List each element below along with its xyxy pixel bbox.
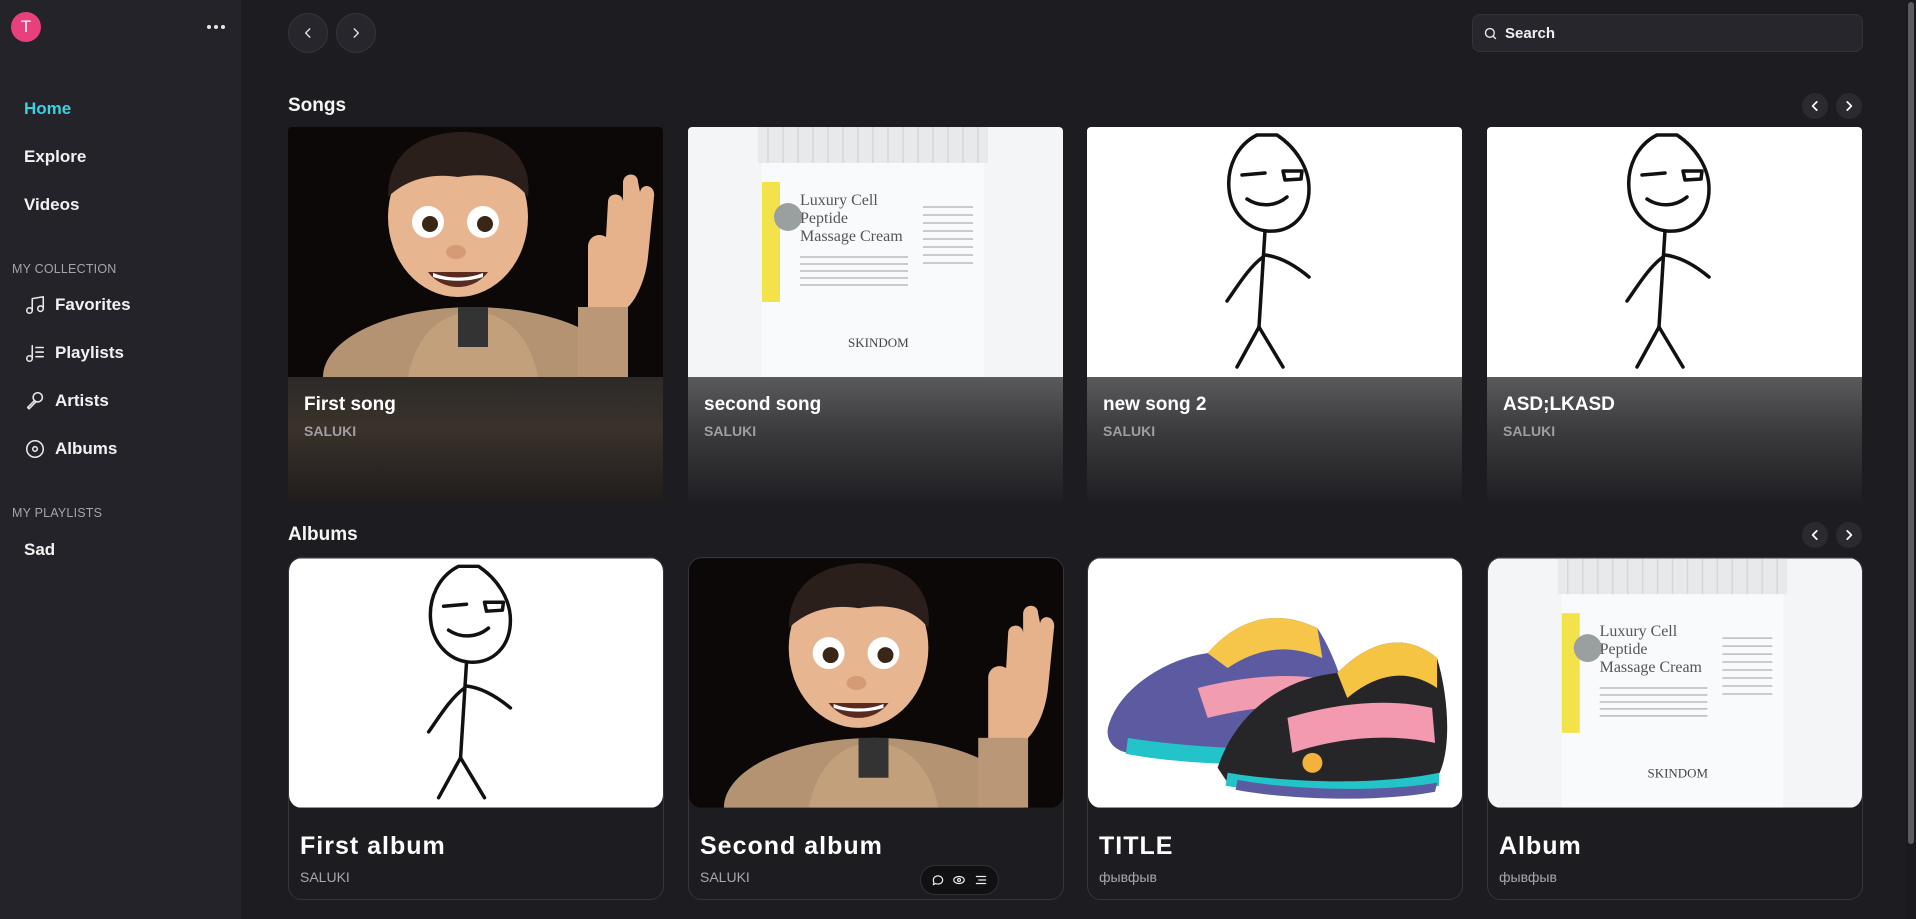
song-artist[interactable]: SALUKI	[1103, 423, 1155, 439]
songs-prev-button[interactable]	[1802, 93, 1828, 119]
song-card[interactable]: First song SALUKI	[288, 127, 663, 502]
song-title[interactable]: second song	[704, 394, 821, 416]
song-card[interactable]: new song 2 SALUKI	[1087, 127, 1462, 502]
nav-videos[interactable]: Videos	[24, 195, 79, 215]
search-icon	[1484, 27, 1497, 39]
albums-section-title: Albums	[288, 524, 358, 545]
album-title[interactable]: TITLE	[1099, 832, 1173, 861]
song-artist[interactable]: SALUKI	[304, 423, 356, 439]
music-note-icon	[25, 295, 45, 315]
albums-prev-button[interactable]	[1802, 522, 1828, 548]
song-title[interactable]: ASD;LKASD	[1503, 394, 1615, 416]
albums-next-button[interactable]	[1836, 522, 1862, 548]
nav-albums-label: Albums	[55, 439, 118, 458]
nav-artists-label: Artists	[55, 391, 109, 410]
album-card[interactable]: Second album SALUKI	[688, 557, 1064, 900]
song-title[interactable]: new song 2	[1103, 394, 1206, 416]
songs-section-title: Songs	[288, 95, 347, 116]
album-title[interactable]: Second album	[700, 832, 883, 861]
chevron-left-icon	[1811, 530, 1818, 540]
nav-favorites-label: Favorites	[55, 295, 131, 314]
search-bar[interactable]	[1472, 14, 1863, 52]
nav-artists[interactable]: Artists	[24, 388, 109, 414]
album-cover	[289, 558, 663, 808]
chevron-right-icon	[1846, 530, 1853, 540]
album-artist[interactable]: фывфыв	[1499, 869, 1557, 885]
songs-next-button[interactable]	[1836, 93, 1862, 119]
song-artist[interactable]: SALUKI	[1503, 423, 1555, 439]
chevron-left-icon	[1811, 101, 1818, 111]
my-collection-label: MY COLLECTION	[12, 262, 117, 276]
album-cover	[1488, 558, 1862, 808]
nav-explore[interactable]: Explore	[24, 147, 86, 167]
playlist-icon	[25, 344, 45, 363]
eye-icon[interactable]	[952, 873, 966, 887]
comment-icon[interactable]	[931, 873, 945, 887]
scrollbar-thumb[interactable]	[1908, 2, 1914, 844]
nav-favorites[interactable]: Favorites	[24, 292, 131, 318]
album-artist[interactable]: SALUKI	[700, 869, 750, 885]
chevron-right-icon	[1846, 101, 1853, 111]
back-button[interactable]	[288, 13, 328, 53]
song-cover	[1087, 127, 1462, 377]
scrollbar[interactable]	[1906, 0, 1916, 919]
playlist-item-sad[interactable]: Sad	[24, 540, 55, 560]
forward-button[interactable]	[336, 13, 376, 53]
album-card[interactable]: TITLE фывфыв	[1087, 557, 1463, 900]
song-cover	[1487, 127, 1862, 377]
disc-icon	[25, 439, 45, 459]
song-artist[interactable]: SALUKI	[704, 423, 756, 439]
nav-home[interactable]: Home	[24, 99, 71, 119]
album-cover	[1088, 558, 1462, 808]
song-title[interactable]: First song	[304, 394, 396, 416]
song-cover	[288, 127, 663, 377]
more-icon[interactable]	[204, 18, 228, 36]
sidebar: T Home Explore Videos MY COLLECTION Favo…	[0, 0, 241, 919]
album-artist[interactable]: SALUKI	[300, 869, 350, 885]
menu-icon[interactable]	[974, 873, 988, 887]
album-cover	[689, 558, 1063, 808]
album-artist[interactable]: фывфыв	[1099, 869, 1157, 885]
avatar[interactable]: T	[11, 12, 41, 42]
album-title[interactable]: Album	[1499, 832, 1582, 861]
nav-playlists-label: Playlists	[55, 343, 124, 362]
search-input[interactable]	[1505, 24, 1845, 42]
nav-albums[interactable]: Albums	[24, 436, 117, 462]
album-card[interactable]: Album фывфыв	[1487, 557, 1863, 900]
chevron-left-icon	[304, 28, 311, 38]
album-card[interactable]: First album SALUKI	[288, 557, 664, 900]
song-card[interactable]: second song SALUKI	[688, 127, 1063, 502]
song-cover	[688, 127, 1063, 377]
nav-playlists[interactable]: Playlists	[24, 340, 124, 366]
floating-toolbar	[920, 865, 999, 895]
song-card[interactable]: ASD;LKASD SALUKI	[1487, 127, 1862, 502]
my-playlists-label: MY PLAYLISTS	[12, 506, 103, 520]
microphone-icon	[26, 391, 44, 410]
album-title[interactable]: First album	[300, 832, 446, 861]
chevron-right-icon	[353, 28, 360, 38]
